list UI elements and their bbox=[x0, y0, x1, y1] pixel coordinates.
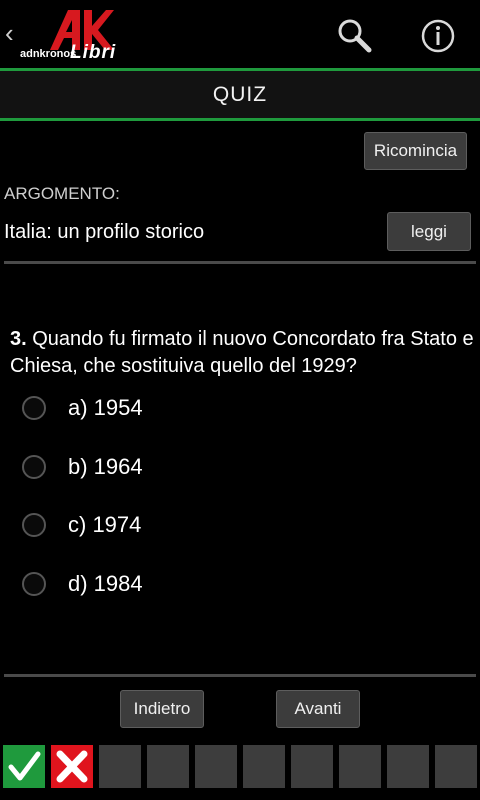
progress-cell-3 bbox=[99, 745, 141, 788]
progress-cell-7 bbox=[291, 745, 333, 788]
answer-option-c[interactable]: c) 1974 bbox=[20, 507, 320, 543]
radio-button[interactable] bbox=[22, 455, 46, 479]
answer-option-a[interactable]: a) 1954 bbox=[20, 390, 320, 426]
answer-option-b[interactable]: b) 1964 bbox=[20, 449, 320, 485]
question-text-block: 3. Quando fu firmato il nuovo Concordato… bbox=[10, 326, 476, 380]
answer-label: c) 1974 bbox=[68, 512, 142, 537]
accent-divider-bottom bbox=[0, 118, 480, 121]
progress-cell-2 bbox=[51, 745, 93, 788]
answer-option-d[interactable]: d) 1984 bbox=[20, 566, 320, 602]
action-bar: ‹ adnkronos Libri bbox=[0, 0, 480, 68]
answer-label: b) 1964 bbox=[68, 454, 143, 479]
search-icon bbox=[338, 19, 372, 53]
next-button[interactable]: Avanti bbox=[276, 690, 360, 728]
topic-title: Italia: un profilo storico bbox=[4, 221, 205, 243]
restart-button[interactable]: Ricomincia bbox=[364, 132, 467, 170]
previous-button[interactable]: Indietro bbox=[120, 690, 204, 728]
read-button[interactable]: leggi bbox=[387, 212, 471, 251]
progress-cell-6 bbox=[243, 745, 285, 788]
topic-label: ARGOMENTO: bbox=[4, 184, 120, 203]
question-progress-bar bbox=[3, 745, 477, 789]
radio-button[interactable] bbox=[22, 513, 46, 537]
footer-divider bbox=[4, 674, 476, 677]
page-title: QUIZ bbox=[0, 71, 480, 118]
app-logo[interactable]: adnkronos Libri bbox=[20, 10, 130, 64]
answer-label: d) 1984 bbox=[68, 571, 143, 596]
radio-button[interactable] bbox=[22, 396, 46, 420]
back-icon[interactable]: ‹ bbox=[5, 20, 14, 46]
question-text: Quando fu firmato il nuovo Concordato fr… bbox=[10, 328, 474, 377]
progress-cell-4 bbox=[147, 745, 189, 788]
progress-cell-10 bbox=[435, 745, 477, 788]
progress-cell-9 bbox=[387, 745, 429, 788]
app-screen: ‹ adnkronos Libri QUIZ Ricomincia ARGOME… bbox=[0, 0, 480, 800]
section-divider bbox=[4, 261, 476, 264]
question-number: 3. bbox=[10, 328, 27, 350]
progress-cell-8 bbox=[339, 745, 381, 788]
progress-cell-1 bbox=[3, 745, 45, 788]
progress-cell-5 bbox=[195, 745, 237, 788]
radio-button[interactable] bbox=[22, 572, 46, 596]
logo-text-libri: Libri bbox=[70, 42, 117, 63]
search-button[interactable] bbox=[334, 16, 374, 56]
logo-text-adnkronos: adnkronos bbox=[20, 48, 77, 60]
answer-label: a) 1954 bbox=[68, 395, 143, 420]
check-icon bbox=[8, 751, 41, 781]
info-button[interactable] bbox=[418, 16, 458, 56]
cross-icon bbox=[56, 750, 88, 783]
info-icon bbox=[421, 19, 455, 53]
